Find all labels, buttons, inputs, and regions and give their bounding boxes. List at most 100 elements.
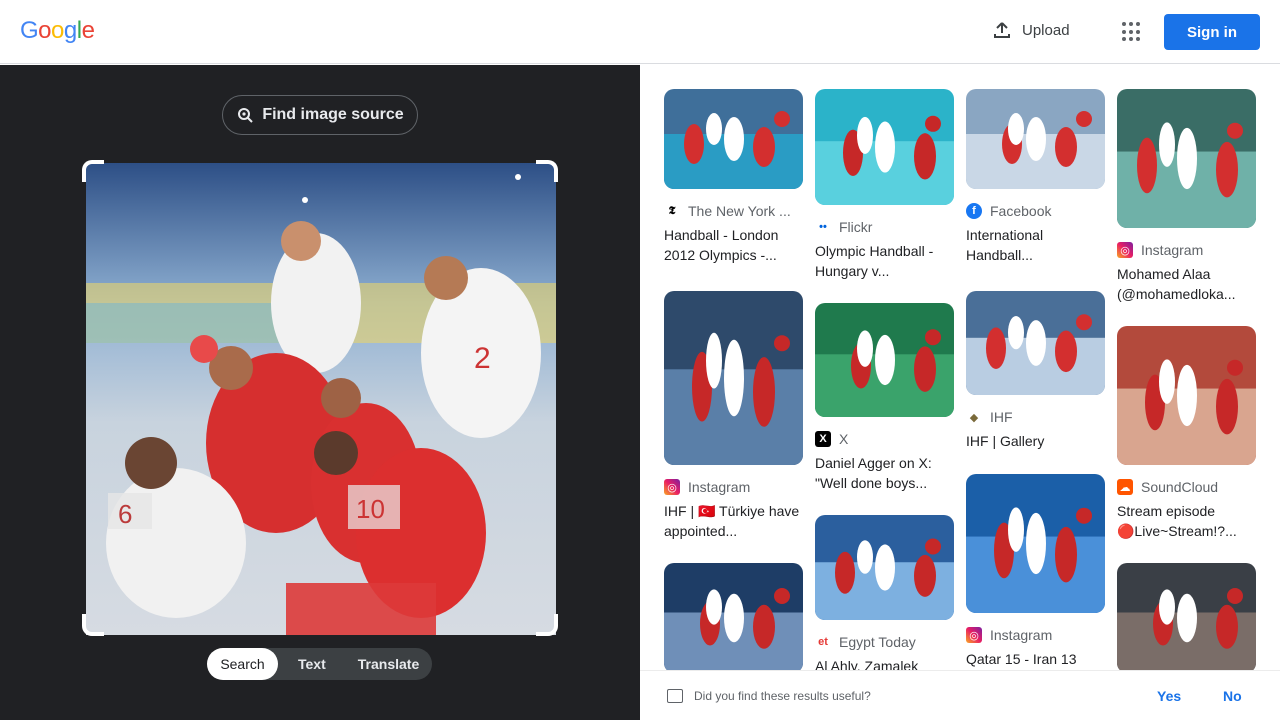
result-title[interactable]: Qatar 15 - Iran 13 [966,649,1105,670]
result-source-name: The New York ... [688,203,791,219]
logo-letter: g [63,17,77,44]
result-card[interactable]: ◎ Instagram Mohamed Alaa (@mohamedloka... [1117,89,1256,304]
highlight-dot[interactable] [515,174,521,180]
logo-letter: e [81,17,95,44]
result-card[interactable] [1117,563,1256,670]
result-card[interactable]: •• Flickr Olympic Handball - Hungary v... [815,89,954,281]
result-title[interactable]: Mohamed Alaa (@mohamedloka... [1117,264,1256,304]
result-thumbnail[interactable] [815,515,954,620]
result-thumbnail[interactable] [1117,326,1256,465]
tab-search[interactable]: Search [207,648,278,680]
find-image-source-label: Find image source [262,106,404,123]
result-title[interactable]: Al Ahly, Zamalek [815,656,954,670]
result-title[interactable]: International Handball... [966,225,1105,265]
result-source-name: Instagram [990,627,1053,643]
result-source[interactable]: ◎ Instagram [1117,242,1256,258]
result-source-name: Instagram [1141,242,1204,258]
result-source-name: Egypt Today [839,634,916,650]
result-thumbnail[interactable] [966,474,1105,613]
instagram-icon: ◎ [664,479,680,495]
result-source-name: Instagram [688,479,751,495]
result-source[interactable]: ☁ SoundCloud [1117,479,1256,495]
result-thumbnail[interactable] [664,89,803,189]
result-source-name: IHF [990,409,1013,425]
upload-button[interactable]: Upload [992,20,1070,40]
result-source[interactable]: ◆ IHF [966,409,1105,425]
feedback-question: Did you find these results useful? [694,689,871,703]
result-source-name: X [839,431,849,447]
result-card[interactable] [664,563,803,670]
sign-in-button[interactable]: Sign in [1164,14,1260,50]
upload-label: Upload [1022,21,1070,39]
flickr-icon: •• [815,219,831,235]
result-source-name: SoundCloud [1141,479,1219,495]
result-card[interactable]: f Facebook International Handball... [966,89,1105,265]
highlight-dot[interactable] [302,197,308,203]
ihf-icon: ◆ [966,409,982,425]
x-icon: X [815,431,831,447]
result-title[interactable]: Handball - London 2012 Olympics -... [664,225,803,265]
result-card[interactable]: ◎ Instagram Qatar 15 - Iran 13 [966,474,1105,670]
result-source-name: Facebook [990,203,1052,219]
visual-matches-grid: 𝕿 The New York ... Handball - London 2012 … [640,65,1280,670]
query-image[interactable]: 6 10 2 [86,163,556,635]
result-card[interactable]: ◎ Instagram IHF | 🇹🇷 Türkiye have appointe… [664,291,803,541]
nytimes-icon: 𝕿 [664,203,680,219]
facebook-icon: f [966,203,982,219]
svg-text:6: 6 [118,499,132,529]
result-thumbnail[interactable] [966,89,1105,189]
crop-handle-top-left[interactable] [82,160,104,182]
result-title[interactable]: IHF | Gallery [966,431,1105,471]
tab-text[interactable]: Text [278,648,340,680]
crop-handle-bottom-right[interactable] [536,614,558,636]
soundcloud-icon: ☁ [1117,479,1133,495]
apps-grid-icon[interactable] [1120,20,1144,44]
query-image-panel: Find image source 6 10 2 Search Text Tra… [0,65,640,720]
result-source[interactable]: •• Flickr [815,219,954,235]
result-source-name: Flickr [839,219,873,235]
result-title[interactable]: IHF | 🇹🇷 Türkiye have appointed... [664,501,803,541]
upload-icon [994,22,1010,38]
result-thumbnail[interactable] [966,291,1105,395]
logo-letter: o [38,17,52,44]
result-title[interactable]: Stream episode 🔴Live~Stream!?... [1117,501,1256,541]
result-title[interactable]: Daniel Agger on X: "Well done boys... [815,453,954,493]
egypttoday-icon: et [815,634,831,650]
result-thumbnail[interactable] [815,303,954,417]
svg-text:10: 10 [356,494,385,524]
result-thumbnail[interactable] [1117,563,1256,670]
logo-letter: G [20,17,39,44]
lens-search-icon [238,108,254,123]
result-source[interactable]: ◎ Instagram [966,627,1105,643]
instagram-icon: ◎ [966,627,982,643]
tab-translate[interactable]: Translate [340,648,431,680]
feedback-icon [667,689,683,703]
result-card[interactable]: X X Daniel Agger on X: "Well done boys... [815,303,954,493]
instagram-icon: ◎ [1117,242,1133,258]
result-card[interactable]: ☁ SoundCloud Stream episode 🔴Live~Stream!?… [1117,326,1256,541]
result-source[interactable]: 𝕿 The New York ... [664,203,803,219]
google-logo[interactable]: Google [20,17,95,45]
result-card[interactable]: ◆ IHF IHF | Gallery [966,291,1105,471]
search-mode-tabs: Search Text Translate [207,648,432,680]
result-thumbnail[interactable] [815,89,954,205]
logo-letter: o [51,17,64,44]
find-image-source-button[interactable]: Find image source [222,95,418,135]
feedback-bar: Did you find these results useful? Yes N… [640,670,1280,720]
result-source[interactable]: XX [815,431,954,447]
crop-handle-top-right[interactable] [536,160,558,182]
result-thumbnail[interactable] [664,291,803,465]
result-source[interactable]: f Facebook [966,203,1105,219]
result-card[interactable]: 𝕿 The New York ... Handball - London 2012 … [664,89,803,265]
result-source[interactable]: et Egypt Today [815,634,954,650]
crop-handle-bottom-left[interactable] [82,614,104,636]
result-card[interactable]: et Egypt Today Al Ahly, Zamalek [815,515,954,670]
result-thumbnail[interactable] [1117,89,1256,228]
result-thumbnail[interactable] [664,563,803,670]
result-source[interactable]: ◎ Instagram [664,479,803,495]
result-title[interactable]: Olympic Handball - Hungary v... [815,241,954,281]
feedback-yes-link[interactable]: Yes [1157,688,1181,704]
top-bar: Google Upload Sign in [0,0,1280,64]
feedback-no-link[interactable]: No [1223,688,1242,704]
svg-text:2: 2 [474,342,491,375]
